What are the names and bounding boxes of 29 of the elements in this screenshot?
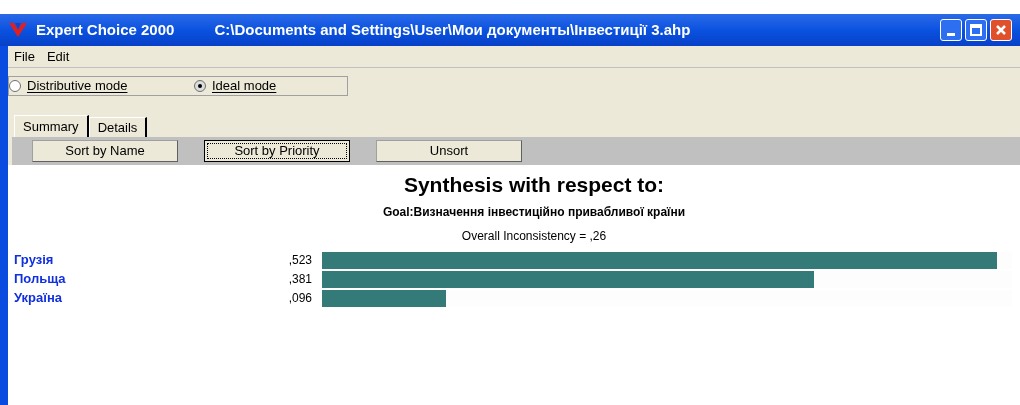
maximize-icon bbox=[970, 24, 982, 36]
logo-icon bbox=[8, 21, 28, 39]
close-button[interactable] bbox=[990, 19, 1012, 41]
alternative-name: Грузія bbox=[13, 251, 55, 270]
heading: Synthesis with respect to: bbox=[402, 173, 666, 197]
menu-item[interactable]: Edit bbox=[46, 46, 70, 67]
priority-value: ,381 bbox=[287, 271, 312, 288]
radio-label: Ideal mode bbox=[212, 77, 277, 96]
close-icon bbox=[995, 24, 1007, 36]
tab[interactable]: Details bbox=[88, 117, 148, 137]
priority-value: ,523 bbox=[287, 252, 312, 269]
sort-button[interactable]: Sort by Priority bbox=[204, 140, 350, 162]
priority-value: ,096 bbox=[287, 290, 312, 307]
menu-item[interactable]: File bbox=[14, 46, 35, 67]
maximize-button[interactable] bbox=[965, 19, 987, 41]
inconsistency-text: Overall Inconsistency = ,26 bbox=[460, 228, 608, 245]
alternative-name: Україна bbox=[13, 289, 63, 308]
minimize-button[interactable] bbox=[940, 19, 962, 41]
tab[interactable]: Summary bbox=[14, 115, 89, 137]
minimize-icon bbox=[947, 33, 955, 36]
radio-label: Distributive mode bbox=[27, 77, 128, 96]
radio-button[interactable] bbox=[194, 80, 206, 92]
radio-button[interactable] bbox=[9, 80, 21, 92]
sort-button[interactable]: Sort by Name bbox=[32, 140, 178, 162]
file-path: C:\Documents and Settings\User\Мои документы\Інвестиції 3.ahp bbox=[214, 19, 691, 40]
alternative-name: Польща bbox=[13, 270, 67, 289]
window-title: Expert Choice 2000 bbox=[36, 19, 175, 40]
goal-text: Goal:Визначення інвестиційно привабливої країни bbox=[381, 204, 687, 221]
sort-button[interactable]: Unsort bbox=[376, 140, 522, 162]
